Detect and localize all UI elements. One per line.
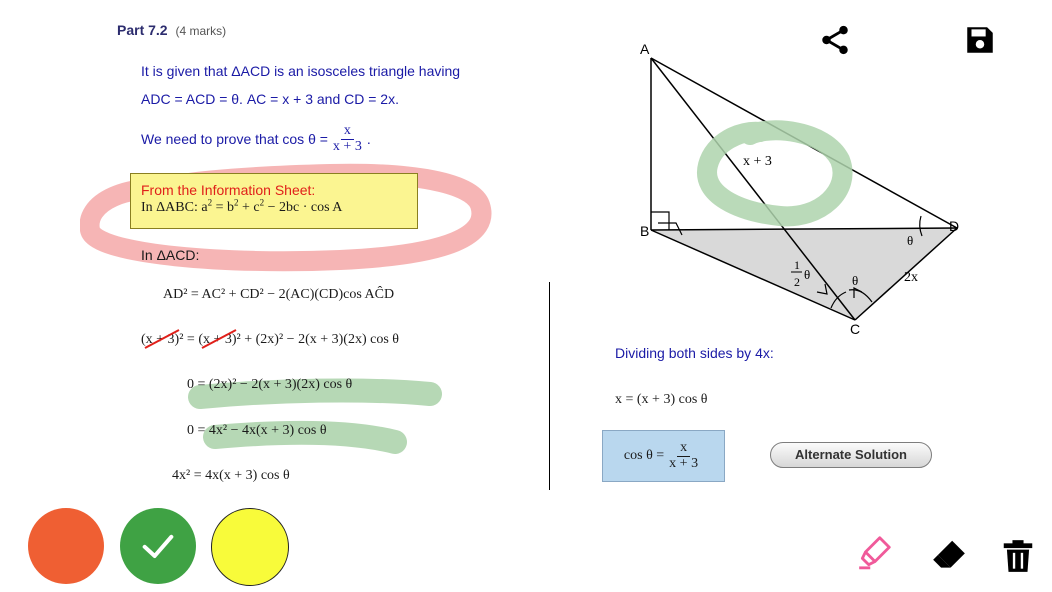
alternate-solution-button[interactable]: Alternate Solution [770, 442, 932, 468]
formula-b: = b [212, 200, 234, 215]
formula-end: − 2bc · cos A [264, 200, 343, 215]
formula-c: + c [238, 200, 260, 215]
label-b: B [640, 223, 649, 239]
color-orange-button[interactable] [28, 508, 104, 584]
green-circle-stroke [697, 120, 853, 227]
given-line-2: ADC = ACD = θ. AC = x + 3 and CD = 2x. [141, 91, 399, 107]
save-icon [967, 27, 993, 53]
info-sheet-title: From the Information Sheet: [141, 182, 316, 198]
label-half-num: 1 [794, 258, 800, 272]
color-green-button[interactable] [120, 508, 196, 584]
highlighter-icon [859, 536, 891, 570]
given-seg-b: C = AC [160, 91, 206, 107]
result-den: x + 3 [669, 455, 699, 471]
column-divider [549, 282, 550, 490]
result-fraction: x x + 3 [666, 440, 701, 471]
label-side-ac: x + 3 [743, 154, 772, 169]
result-lhs: cos θ = [623, 448, 665, 463]
equation-line: x = (x + 3) cos θ [615, 392, 708, 407]
share-icon [822, 25, 848, 55]
working-line-5: 4x² = 4x(x + 3) cos θ [172, 468, 290, 483]
in-acd-label: In ΔACD: [141, 247, 200, 263]
share-button[interactable] [815, 20, 855, 60]
info-sheet-formula: In ΔABC: a2 = b2 + c2 − 2bc · cos A [141, 198, 407, 216]
strike-mark-1 [144, 329, 180, 349]
given-seg-c: D = θ. AC = x + 3 and CD = 2x. [205, 91, 399, 107]
part-heading: Part 7.2 (4 marks) [117, 22, 226, 38]
working-line-4: 0 = 4x² − 4x(x + 3) cos θ [187, 423, 327, 438]
eraser-button[interactable] [926, 534, 972, 576]
working-line-1: AD² = AC² + CD² − 2(AC)(CD)cos AĈD [163, 287, 395, 302]
right-angle-mark-1 [651, 211, 670, 230]
line2-b: = [186, 332, 199, 347]
prove-fraction: x x + 3 [330, 123, 365, 154]
label-angle-c: θ [852, 273, 858, 288]
prove-text: We need to prove that cos θ = [141, 131, 328, 148]
highlighter-button[interactable] [853, 532, 897, 572]
label-d: D [949, 218, 959, 234]
result-box: cos θ = x x + 3 [602, 430, 725, 482]
prove-num: x [340, 123, 354, 140]
prove-statement: We need to prove that cos θ = x x + 3 . [141, 123, 371, 154]
working-line-2: (x + 3)² = (x + 3)² + (2x)² − 2(x + 3)(2… [141, 329, 399, 349]
part-label: Part 7.2 [117, 22, 168, 38]
strike-mark-2 [201, 329, 237, 349]
color-yellow-button[interactable] [211, 508, 289, 586]
prove-end: . [366, 131, 371, 148]
save-button[interactable] [960, 20, 1000, 60]
label-side-cd: 2x [904, 270, 918, 285]
info-sheet-box: From the Information Sheet: In ΔABC: a2 … [130, 173, 418, 229]
eraser-icon [933, 540, 965, 568]
cancel-term-2: (x + 3)² [198, 329, 244, 349]
trash-button[interactable] [996, 534, 1040, 578]
checkmark-icon [142, 534, 174, 558]
label-c: C [850, 321, 860, 337]
triangle-diagram: A B C D x + 3 2x θ θ 1 2 θ [640, 41, 959, 337]
label-half-den: 2 [794, 275, 800, 289]
label-a: A [640, 41, 650, 57]
given-seg-a: AD [141, 91, 161, 107]
working-line-3: 0 = (2x)² − 2(x + 3)(2x) cos θ [187, 377, 353, 392]
trash-icon [1003, 540, 1033, 572]
prove-den: x + 3 [332, 138, 362, 154]
marks-label: (4 marks) [175, 24, 227, 38]
formula-a: In ΔABC: a [141, 200, 208, 215]
given-line-1: It is given that ΔACD is an isosceles tr… [141, 63, 461, 79]
edge-ac [650, 57, 856, 321]
cancel-term-1: (x + 3)² [141, 329, 187, 349]
label-half-theta: θ [804, 267, 810, 282]
label-angle-d: θ [907, 233, 913, 248]
dividing-text: Dividing both sides by 4x: [615, 345, 774, 361]
result-num: x [677, 440, 691, 457]
line2-d: + (2x)² − 2(x + 3)(2x) cos θ [244, 332, 399, 347]
